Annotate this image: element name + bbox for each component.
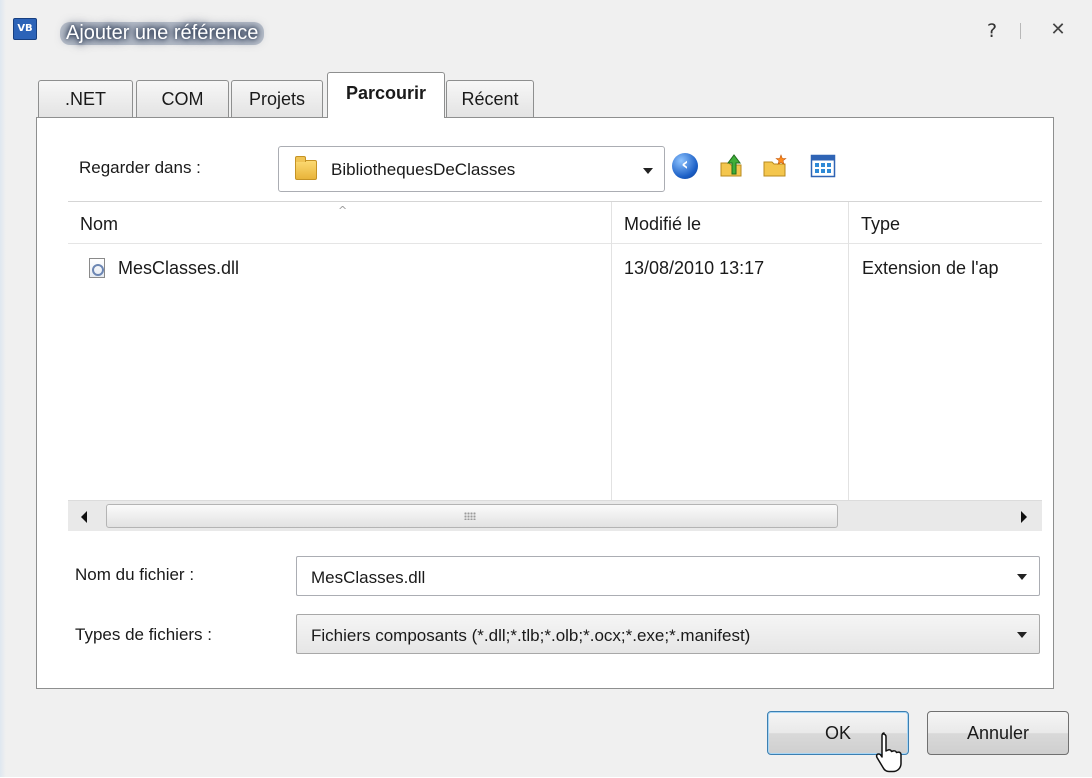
visual-basic-app-icon: VB bbox=[13, 18, 37, 40]
scroll-left-button[interactable] bbox=[68, 501, 104, 531]
title-bar[interactable]: VB Ajouter une référence ? ✕ bbox=[0, 0, 1092, 58]
cancel-button[interactable]: Annuler bbox=[927, 711, 1069, 755]
window-title: Ajouter une référence bbox=[60, 22, 265, 45]
close-button[interactable]: ✕ bbox=[1044, 19, 1072, 45]
horizontal-scrollbar[interactable] bbox=[68, 500, 1042, 531]
scroll-right-button[interactable] bbox=[1006, 501, 1042, 531]
folder-icon bbox=[295, 156, 317, 180]
help-button[interactable]: ? bbox=[981, 20, 1003, 44]
sort-ascending-icon: ^ bbox=[338, 204, 348, 217]
chevron-down-icon[interactable] bbox=[1017, 574, 1027, 580]
mouse-cursor-icon bbox=[875, 732, 902, 773]
tab-net[interactable]: .NET bbox=[38, 80, 133, 117]
back-icon[interactable]: ‹ bbox=[672, 153, 698, 179]
column-header-type[interactable]: Type bbox=[849, 202, 1042, 244]
views-menu-icon[interactable] bbox=[810, 153, 836, 179]
scrollbar-thumb[interactable] bbox=[106, 504, 838, 528]
look-in-label: Regarder dans : bbox=[79, 158, 201, 177]
filename-combo[interactable]: MesClasses.dll bbox=[296, 556, 1040, 596]
chevron-down-icon[interactable] bbox=[1017, 632, 1027, 638]
tab-projets[interactable]: Projets bbox=[231, 80, 323, 117]
file-name[interactable]: MesClasses.dll bbox=[118, 258, 239, 279]
add-reference-dialog: VB Ajouter une référence ? ✕ .NET COM Pr… bbox=[0, 0, 1092, 777]
filename-label: Nom du fichier : bbox=[75, 565, 195, 584]
file-modified: 13/08/2010 13:17 bbox=[624, 258, 765, 278]
look-in-value: BibliothequesDeClasses bbox=[331, 160, 516, 179]
chevron-down-icon[interactable] bbox=[643, 168, 653, 174]
title-separator bbox=[1020, 23, 1021, 39]
tab-parcourir[interactable]: Parcourir bbox=[327, 72, 445, 118]
grip-icon bbox=[464, 512, 476, 520]
scroll-left-arrow-icon bbox=[81, 511, 87, 523]
tab-recent[interactable]: Récent bbox=[446, 80, 534, 117]
window-left-edge bbox=[0, 0, 6, 777]
tab-com[interactable]: COM bbox=[136, 80, 229, 117]
file-type: Extension de l'ap bbox=[862, 258, 999, 278]
column-header-modified[interactable]: Modifié le bbox=[612, 202, 848, 244]
new-folder-icon[interactable] bbox=[762, 153, 788, 179]
scroll-right-arrow-icon bbox=[1021, 511, 1027, 523]
file-list-view[interactable]: Nom ^ Modifié le Type MesClasses.dll 13/… bbox=[68, 201, 1042, 531]
filetype-label: Types de fichiers : bbox=[75, 625, 213, 644]
filetype-combo[interactable]: Fichiers composants (*.dll;*.tlb;*.olb;*… bbox=[296, 614, 1040, 654]
column-separator[interactable] bbox=[848, 202, 849, 500]
up-folder-icon[interactable] bbox=[718, 153, 744, 179]
filetype-value: Fichiers composants (*.dll;*.tlb;*.olb;*… bbox=[311, 626, 751, 645]
dll-file-icon bbox=[89, 258, 105, 278]
look-in-combo[interactable]: BibliothequesDeClasses bbox=[278, 146, 665, 192]
filename-value[interactable]: MesClasses.dll bbox=[311, 568, 425, 588]
column-separator[interactable] bbox=[611, 202, 612, 500]
